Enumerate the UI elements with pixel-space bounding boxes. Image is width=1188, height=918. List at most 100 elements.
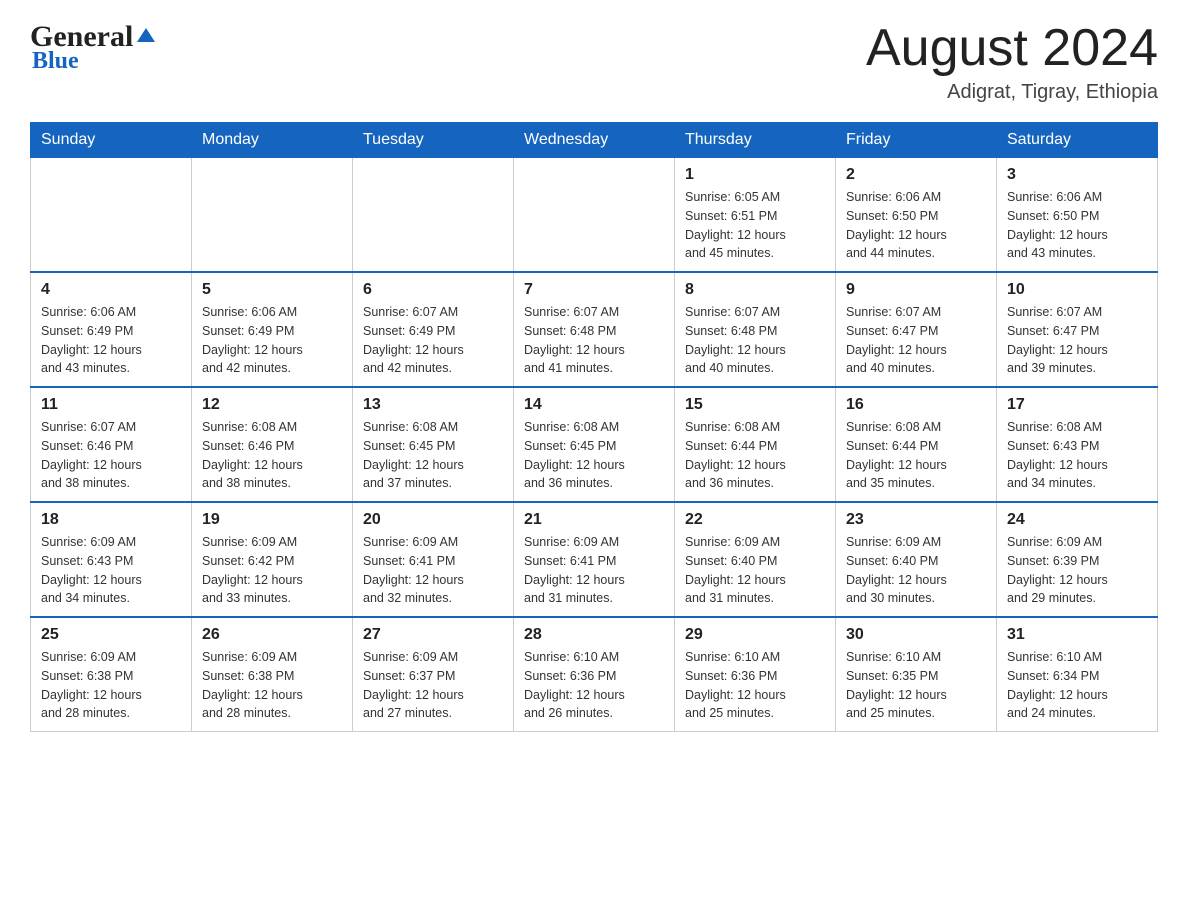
- day-info: Sunrise: 6:09 AM Sunset: 6:38 PM Dayligh…: [202, 648, 342, 723]
- day-info: Sunrise: 6:09 AM Sunset: 6:39 PM Dayligh…: [1007, 533, 1147, 608]
- calendar-week-row: 4 Sunrise: 6:06 AM Sunset: 6:49 PM Daylig…: [31, 272, 1158, 387]
- calendar-week-row: 11 Sunrise: 6:07 AM Sunset: 6:46 PM Dayli…: [31, 387, 1158, 502]
- day-number: 29: [685, 626, 825, 644]
- day-info: Sunrise: 6:07 AM Sunset: 6:48 PM Dayligh…: [524, 303, 664, 378]
- calendar-cell: 3Sunrise: 6:06 AM Sunset: 6:50 PM Daylig…: [997, 158, 1158, 273]
- weekday-header-tuesday: Tuesday: [353, 123, 514, 158]
- day-info: Sunrise: 6:09 AM Sunset: 6:41 PM Dayligh…: [524, 533, 664, 608]
- calendar-cell: [192, 158, 353, 273]
- calendar-cell: 15 Sunrise: 6:08 AM Sunset: 6:44 PM Dayli…: [675, 387, 836, 502]
- calendar-cell: 7 Sunrise: 6:07 AM Sunset: 6:48 PM Daylig…: [514, 272, 675, 387]
- month-year-title: August 2024: [866, 20, 1158, 77]
- calendar-cell: 16 Sunrise: 6:08 AM Sunset: 6:44 PM Dayli…: [836, 387, 997, 502]
- day-info: Sunrise: 6:07 AM Sunset: 6:46 PM Dayligh…: [41, 418, 181, 493]
- calendar-cell: 14Sunrise: 6:08 AM Sunset: 6:45 PM Dayli…: [514, 387, 675, 502]
- calendar-cell: 26 Sunrise: 6:09 AM Sunset: 6:38 PM Dayli…: [192, 617, 353, 732]
- page-header: General Blue August 2024 Adigrat, Tigray…: [30, 20, 1158, 104]
- logo: General Blue: [30, 20, 157, 75]
- day-info: Sunrise: 6:10 AM Sunset: 6:35 PM Dayligh…: [846, 648, 986, 723]
- day-info: Sunrise: 6:10 AM Sunset: 6:34 PM Dayligh…: [1007, 648, 1147, 723]
- day-number: 15: [685, 396, 825, 414]
- calendar-cell: 1 Sunrise: 6:05 AM Sunset: 6:51 PM Daylig…: [675, 158, 836, 273]
- day-info: Sunrise: 6:08 AM Sunset: 6:43 PM Dayligh…: [1007, 418, 1147, 493]
- calendar-cell: 9Sunrise: 6:07 AM Sunset: 6:47 PM Daylig…: [836, 272, 997, 387]
- day-info: Sunrise: 6:09 AM Sunset: 6:41 PM Dayligh…: [363, 533, 503, 608]
- day-number: 14: [524, 396, 664, 414]
- calendar-cell: 29Sunrise: 6:10 AM Sunset: 6:36 PM Dayli…: [675, 617, 836, 732]
- day-number: 4: [41, 281, 181, 299]
- day-number: 13: [363, 396, 503, 414]
- weekday-header-friday: Friday: [836, 123, 997, 158]
- calendar-cell: 13 Sunrise: 6:08 AM Sunset: 6:45 PM Dayli…: [353, 387, 514, 502]
- logo-triangle-icon: [135, 24, 157, 46]
- day-info: Sunrise: 6:07 AM Sunset: 6:48 PM Dayligh…: [685, 303, 825, 378]
- day-number: 20: [363, 511, 503, 529]
- day-info: Sunrise: 6:08 AM Sunset: 6:44 PM Dayligh…: [685, 418, 825, 493]
- calendar-header-row: SundayMondayTuesdayWednesdayThursdayFrid…: [31, 123, 1158, 158]
- day-info: Sunrise: 6:08 AM Sunset: 6:46 PM Dayligh…: [202, 418, 342, 493]
- day-number: 11: [41, 396, 181, 414]
- calendar-cell: 21 Sunrise: 6:09 AM Sunset: 6:41 PM Dayli…: [514, 502, 675, 617]
- day-info: Sunrise: 6:09 AM Sunset: 6:43 PM Dayligh…: [41, 533, 181, 608]
- calendar-week-row: 1 Sunrise: 6:05 AM Sunset: 6:51 PM Daylig…: [31, 158, 1158, 273]
- day-number: 12: [202, 396, 342, 414]
- weekday-header-thursday: Thursday: [675, 123, 836, 158]
- calendar-cell: 2Sunrise: 6:06 AM Sunset: 6:50 PM Daylig…: [836, 158, 997, 273]
- day-number: 16: [846, 396, 986, 414]
- calendar-cell: 24Sunrise: 6:09 AM Sunset: 6:39 PM Dayli…: [997, 502, 1158, 617]
- day-info: Sunrise: 6:09 AM Sunset: 6:37 PM Dayligh…: [363, 648, 503, 723]
- calendar-cell: 28 Sunrise: 6:10 AM Sunset: 6:36 PM Dayli…: [514, 617, 675, 732]
- day-number: 27: [363, 626, 503, 644]
- weekday-header-sunday: Sunday: [31, 123, 192, 158]
- logo-blue-text: Blue: [32, 48, 79, 75]
- day-number: 28: [524, 626, 664, 644]
- calendar-cell: 20 Sunrise: 6:09 AM Sunset: 6:41 PM Dayli…: [353, 502, 514, 617]
- day-number: 10: [1007, 281, 1147, 299]
- calendar-cell: 11 Sunrise: 6:07 AM Sunset: 6:46 PM Dayli…: [31, 387, 192, 502]
- day-number: 17: [1007, 396, 1147, 414]
- title-area: August 2024 Adigrat, Tigray, Ethiopia: [866, 20, 1158, 104]
- day-number: 6: [363, 281, 503, 299]
- calendar-cell: 10 Sunrise: 6:07 AM Sunset: 6:47 PM Dayli…: [997, 272, 1158, 387]
- day-info: Sunrise: 6:09 AM Sunset: 6:42 PM Dayligh…: [202, 533, 342, 608]
- calendar-cell: 27 Sunrise: 6:09 AM Sunset: 6:37 PM Dayli…: [353, 617, 514, 732]
- calendar-cell: [353, 158, 514, 273]
- calendar-cell: 30 Sunrise: 6:10 AM Sunset: 6:35 PM Dayli…: [836, 617, 997, 732]
- day-info: Sunrise: 6:05 AM Sunset: 6:51 PM Dayligh…: [685, 188, 825, 263]
- day-number: 21: [524, 511, 664, 529]
- calendar-cell: 17 Sunrise: 6:08 AM Sunset: 6:43 PM Dayli…: [997, 387, 1158, 502]
- day-number: 30: [846, 626, 986, 644]
- day-number: 31: [1007, 626, 1147, 644]
- day-number: 22: [685, 511, 825, 529]
- calendar-cell: 4Sunrise: 6:06 AM Sunset: 6:49 PM Daylig…: [31, 272, 192, 387]
- day-number: 23: [846, 511, 986, 529]
- day-number: 5: [202, 281, 342, 299]
- day-info: Sunrise: 6:07 AM Sunset: 6:47 PM Dayligh…: [1007, 303, 1147, 378]
- location-subtitle: Adigrat, Tigray, Ethiopia: [866, 81, 1158, 104]
- day-number: 2: [846, 166, 986, 184]
- calendar-week-row: 25Sunrise: 6:09 AM Sunset: 6:38 PM Dayli…: [31, 617, 1158, 732]
- day-number: 7: [524, 281, 664, 299]
- calendar-cell: 5 Sunrise: 6:06 AM Sunset: 6:49 PM Daylig…: [192, 272, 353, 387]
- day-info: Sunrise: 6:08 AM Sunset: 6:45 PM Dayligh…: [363, 418, 503, 493]
- day-info: Sunrise: 6:06 AM Sunset: 6:49 PM Dayligh…: [202, 303, 342, 378]
- day-info: Sunrise: 6:10 AM Sunset: 6:36 PM Dayligh…: [524, 648, 664, 723]
- weekday-header-saturday: Saturday: [997, 123, 1158, 158]
- weekday-header-monday: Monday: [192, 123, 353, 158]
- day-info: Sunrise: 6:08 AM Sunset: 6:44 PM Dayligh…: [846, 418, 986, 493]
- calendar-cell: 22Sunrise: 6:09 AM Sunset: 6:40 PM Dayli…: [675, 502, 836, 617]
- calendar-cell: 31 Sunrise: 6:10 AM Sunset: 6:34 PM Dayli…: [997, 617, 1158, 732]
- day-info: Sunrise: 6:09 AM Sunset: 6:38 PM Dayligh…: [41, 648, 181, 723]
- calendar-cell: [31, 158, 192, 273]
- day-number: 8: [685, 281, 825, 299]
- day-number: 18: [41, 511, 181, 529]
- day-info: Sunrise: 6:09 AM Sunset: 6:40 PM Dayligh…: [846, 533, 986, 608]
- calendar-cell: 19Sunrise: 6:09 AM Sunset: 6:42 PM Dayli…: [192, 502, 353, 617]
- calendar-table: SundayMondayTuesdayWednesdayThursdayFrid…: [30, 122, 1158, 732]
- calendar-cell: 25Sunrise: 6:09 AM Sunset: 6:38 PM Dayli…: [31, 617, 192, 732]
- day-number: 26: [202, 626, 342, 644]
- day-info: Sunrise: 6:06 AM Sunset: 6:50 PM Dayligh…: [1007, 188, 1147, 263]
- calendar-week-row: 18 Sunrise: 6:09 AM Sunset: 6:43 PM Dayli…: [31, 502, 1158, 617]
- calendar-cell: 6Sunrise: 6:07 AM Sunset: 6:49 PM Daylig…: [353, 272, 514, 387]
- day-number: 1: [685, 166, 825, 184]
